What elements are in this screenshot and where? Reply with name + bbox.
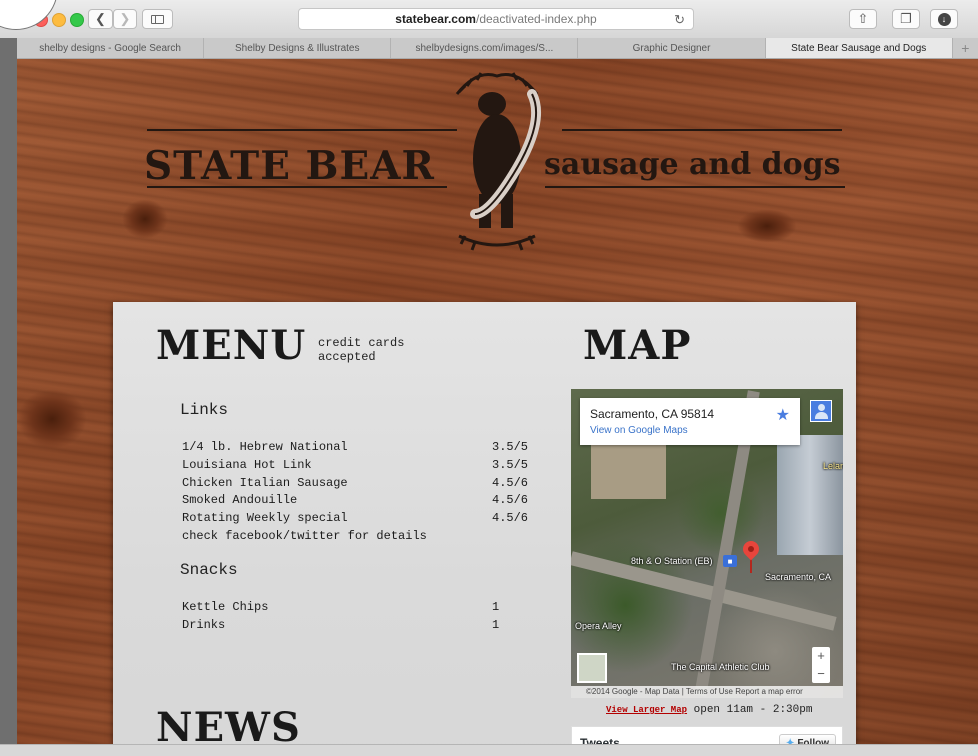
menu-item: Drinks [182, 618, 226, 632]
section-snacks-title: Snacks [180, 561, 238, 579]
menu-item: Louisiana Hot Link [182, 458, 312, 472]
map-label-city: Sacramento, CA [765, 572, 832, 582]
zoom-out-button[interactable]: − [812, 665, 830, 683]
person-icon[interactable] [810, 400, 832, 422]
map-caption: View Larger Map open 11am - 2:30pm [606, 704, 812, 716]
forward-button[interactable]: ❯ [113, 9, 137, 29]
map-type-thumbnail[interactable] [577, 653, 607, 683]
menu-price: 4.5/6 [492, 476, 529, 490]
browser-toolbar: ❮ ❯ statebear.com/deactivated-index.php … [0, 0, 978, 39]
back-icon: ❮ [95, 11, 106, 26]
status-bar [0, 744, 978, 756]
menu-note: check facebook/twitter for details [182, 529, 427, 543]
sidebar-icon [151, 14, 164, 24]
map-zoom-control[interactable]: + − [812, 647, 830, 683]
share-button[interactable]: ⇧ [849, 9, 877, 29]
google-map[interactable]: Sacramento, CA 95814 View on Google Maps… [571, 389, 843, 698]
reload-icon[interactable]: ↻ [674, 12, 685, 28]
map-building [777, 435, 843, 555]
map-location-title: Sacramento, CA 95814 [590, 407, 715, 421]
show-tabs-button[interactable]: ❐ [892, 9, 920, 29]
menu-item: Rotating Weekly special [182, 511, 348, 525]
menu-item: Chicken Italian Sausage [182, 476, 348, 490]
logo-rule [545, 186, 845, 188]
map-label-alley: Opera Alley [575, 621, 622, 631]
url-domain: statebear.com [395, 12, 476, 26]
logo-state-bear: STATE BEAR [144, 143, 435, 189]
tab-state-bear[interactable]: State Bear Sausage and Dogs [765, 38, 953, 58]
tab-bar: shelby designs - Google Search Shelby De… [17, 38, 978, 59]
menu-price: 1 [492, 618, 500, 632]
tab-google-search[interactable]: shelby designs - Google Search [17, 38, 205, 58]
tabs-icon: ❐ [900, 11, 912, 26]
map-label-corner: Leland Sto [823, 461, 843, 471]
opening-hours: open 11am - 2:30pm [693, 704, 813, 716]
tab-graphic-designer[interactable]: Graphic Designer [578, 38, 766, 58]
section-links-title: Links [180, 401, 229, 419]
menu-paper: MENU credit cards accepted Links 1/4 lb.… [113, 302, 856, 755]
map-lot [591, 444, 666, 499]
share-icon: ⇧ [857, 11, 869, 26]
url-path: /deactivated-index.php [475, 12, 597, 26]
back-button[interactable]: ❮ [88, 9, 113, 29]
page-content: STATE BEAR sausage and dogs MENU credit … [17, 59, 978, 755]
menu-item: Smoked Andouille [182, 493, 298, 507]
menu-price: 4.5/6 [492, 493, 529, 507]
view-larger-map-link[interactable]: View Larger Map [606, 705, 687, 715]
tab-shelby-images[interactable]: shelbydesigns.com/images/S... [391, 38, 579, 58]
logo-rule [147, 129, 457, 131]
map-attribution: ©2014 Google - Map Data | Terms of Use R… [571, 686, 843, 698]
logo-rule [562, 129, 842, 131]
menu-item: Kettle Chips [182, 600, 269, 614]
menu-price: 3.5/5 [492, 440, 529, 454]
save-star-icon[interactable]: ★ [776, 405, 790, 425]
menu-heading: MENU [156, 322, 307, 369]
bear-logo-icon [455, 72, 542, 251]
new-tab-button[interactable]: + [953, 38, 978, 58]
download-icon: ↓ [937, 12, 951, 26]
zoom-in-button[interactable]: + [812, 647, 830, 665]
sidebar-button[interactable] [142, 9, 173, 29]
map-label-station: 8th & O Station (EB) [631, 556, 713, 566]
address-bar[interactable]: statebear.com/deactivated-index.php ↻ [298, 8, 694, 30]
map-info-card: Sacramento, CA 95814 View on Google Maps… [580, 398, 800, 445]
transit-icon: ■ [723, 555, 737, 567]
menu-price: 4.5/6 [492, 511, 529, 525]
view-on-google-maps-link[interactable]: View on Google Maps [590, 425, 688, 436]
wood-knot [17, 389, 87, 449]
zoom-window-button[interactable] [70, 13, 84, 27]
downloads-button[interactable]: ↓ [930, 9, 958, 29]
tab-shelby-designs[interactable]: Shelby Designs & Illustrates [204, 38, 392, 58]
minimize-window-button[interactable] [52, 13, 66, 27]
forward-icon: ❯ [119, 11, 131, 26]
logo-tagline: sausage and dogs [544, 147, 841, 182]
menu-price: 3.5/5 [492, 458, 529, 472]
window-edge [0, 38, 17, 755]
map-label-club: The Capital Athletic Club [671, 662, 770, 672]
payment-note: credit cards accepted [318, 336, 405, 364]
wood-knot [737, 209, 797, 243]
map-pin-icon[interactable] [739, 537, 763, 561]
menu-item: 1/4 lb. Hebrew National [182, 440, 348, 454]
map-heading: MAP [583, 322, 692, 369]
menu-price: 1 [492, 600, 500, 614]
wood-knot [122, 199, 168, 239]
